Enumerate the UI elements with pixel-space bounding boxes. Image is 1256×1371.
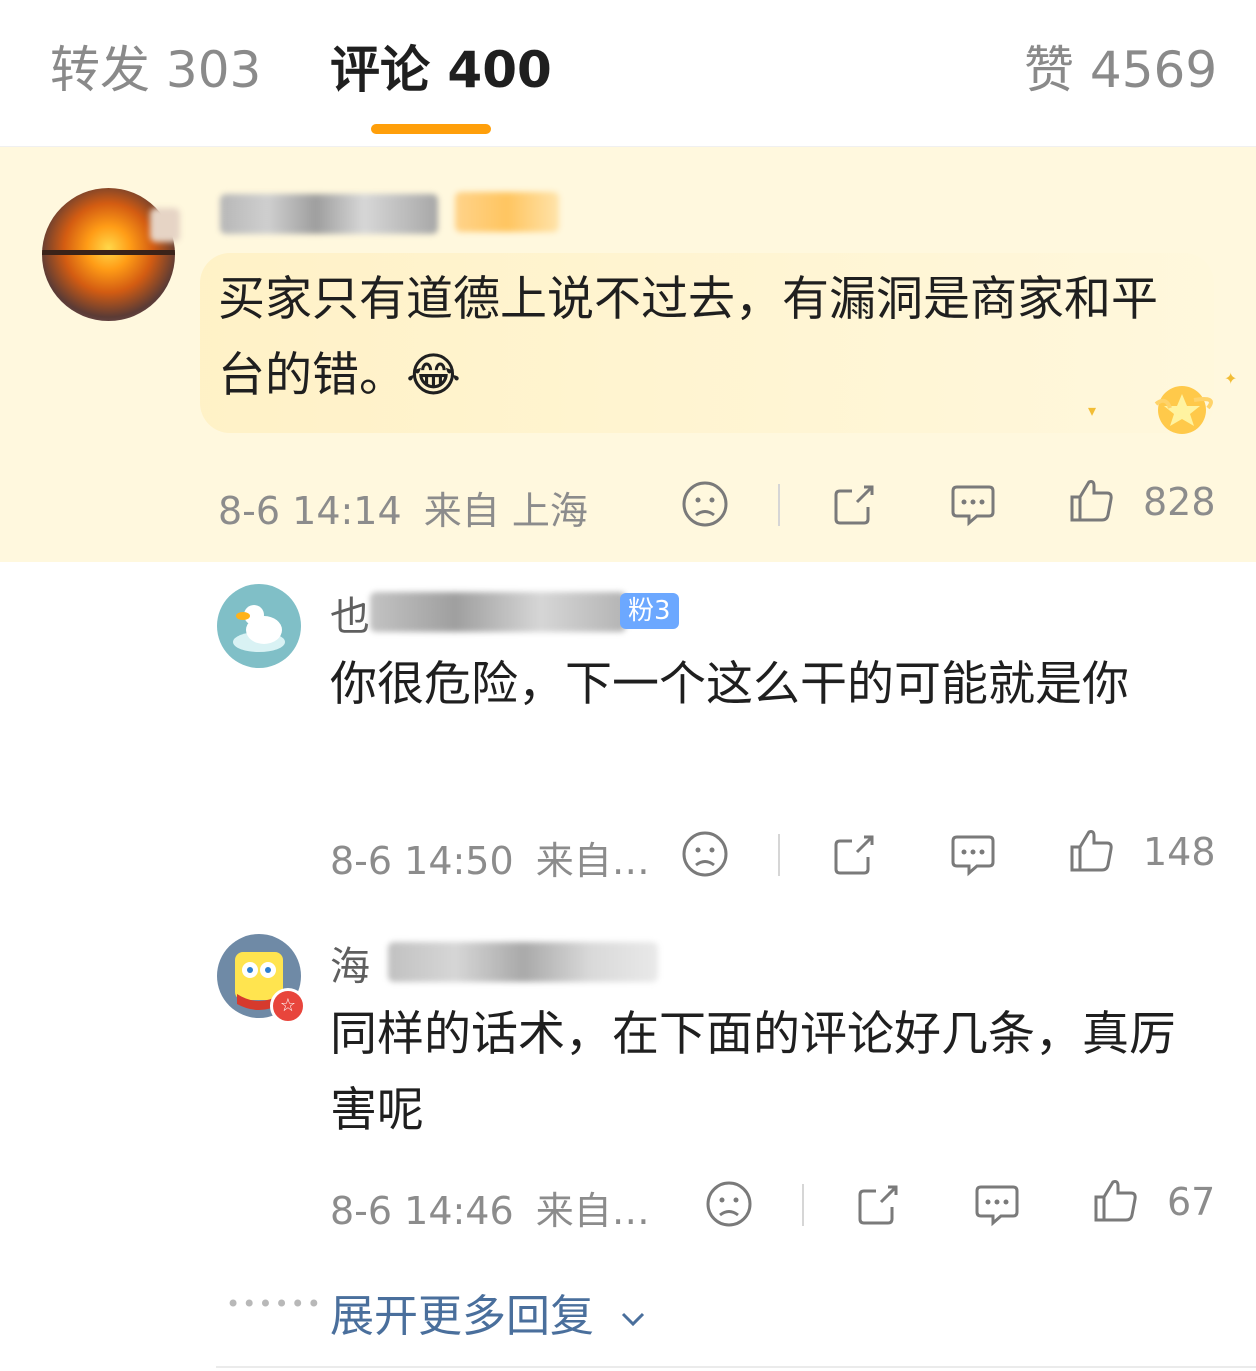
comment-text: 同样的话术，在下面的评论好几条，真厉害呢 bbox=[330, 1007, 1176, 1138]
divider bbox=[778, 834, 780, 876]
comment-tabs: 转发 303 评论 400 赞 4569 bbox=[0, 0, 1256, 147]
active-tab-indicator bbox=[371, 124, 491, 134]
comment-timestamp: 8-6 14:46 来自… bbox=[330, 1189, 650, 1233]
like-count: 67 bbox=[1167, 1180, 1216, 1224]
thumb-up-icon[interactable] bbox=[1066, 475, 1116, 525]
blurred-username bbox=[220, 194, 438, 234]
comment-icon[interactable] bbox=[948, 479, 998, 529]
expand-more-replies-button[interactable]: 展开更多回复 bbox=[330, 1280, 650, 1344]
share-icon[interactable] bbox=[854, 1179, 904, 1229]
comment-icon[interactable] bbox=[948, 829, 998, 879]
blurred-username bbox=[370, 592, 626, 632]
blurred-username bbox=[150, 208, 180, 242]
tab-likes[interactable]: 赞 4569 bbox=[1024, 38, 1217, 102]
expand-more-replies-label: 展开更多回复 bbox=[330, 1291, 594, 1342]
blurred-badge bbox=[455, 192, 559, 232]
like-count: 828 bbox=[1143, 480, 1216, 524]
duck-avatar-icon bbox=[233, 605, 285, 652]
comment-timestamp: 8-6 14:14 来自 上海 bbox=[218, 489, 588, 533]
divider bbox=[802, 1184, 804, 1226]
avatar[interactable] bbox=[217, 584, 301, 668]
sad-face-icon[interactable] bbox=[680, 829, 730, 879]
tab-repost[interactable]: 转发 303 bbox=[50, 38, 261, 102]
thumb-up-icon[interactable] bbox=[1066, 825, 1116, 875]
fan-level-badge: 粉3 bbox=[620, 593, 679, 629]
username-visible-part: 海 bbox=[330, 944, 370, 990]
username-visible-part: 也 bbox=[330, 594, 370, 640]
tab-comments[interactable]: 评论 400 bbox=[330, 38, 552, 102]
comment-text: 你很危险，下一个这么干的可能就是你 bbox=[330, 657, 1129, 712]
divider bbox=[216, 1366, 1256, 1368]
comment-timestamp: 8-6 14:50 来自… bbox=[330, 839, 650, 883]
share-icon[interactable] bbox=[830, 479, 880, 529]
divider bbox=[778, 484, 780, 526]
sad-face-icon[interactable] bbox=[704, 1179, 754, 1229]
share-icon[interactable] bbox=[830, 829, 880, 879]
sad-face-icon[interactable] bbox=[680, 479, 730, 529]
like-count: 148 bbox=[1143, 830, 1216, 874]
star-badge-icon: ☆ bbox=[270, 988, 306, 1024]
comment-icon[interactable] bbox=[972, 1179, 1022, 1229]
chevron-down-icon bbox=[621, 1312, 645, 1327]
reply-thread-dots: •••••• bbox=[226, 1290, 323, 1318]
thumb-up-icon[interactable] bbox=[1090, 1175, 1140, 1225]
svg-text:✦: ✦ bbox=[1224, 370, 1236, 388]
blurred-username bbox=[388, 942, 658, 982]
comment-text: 买家只有道德上说不过去，有漏洞是商家和平台的错。😂 bbox=[218, 272, 1158, 403]
